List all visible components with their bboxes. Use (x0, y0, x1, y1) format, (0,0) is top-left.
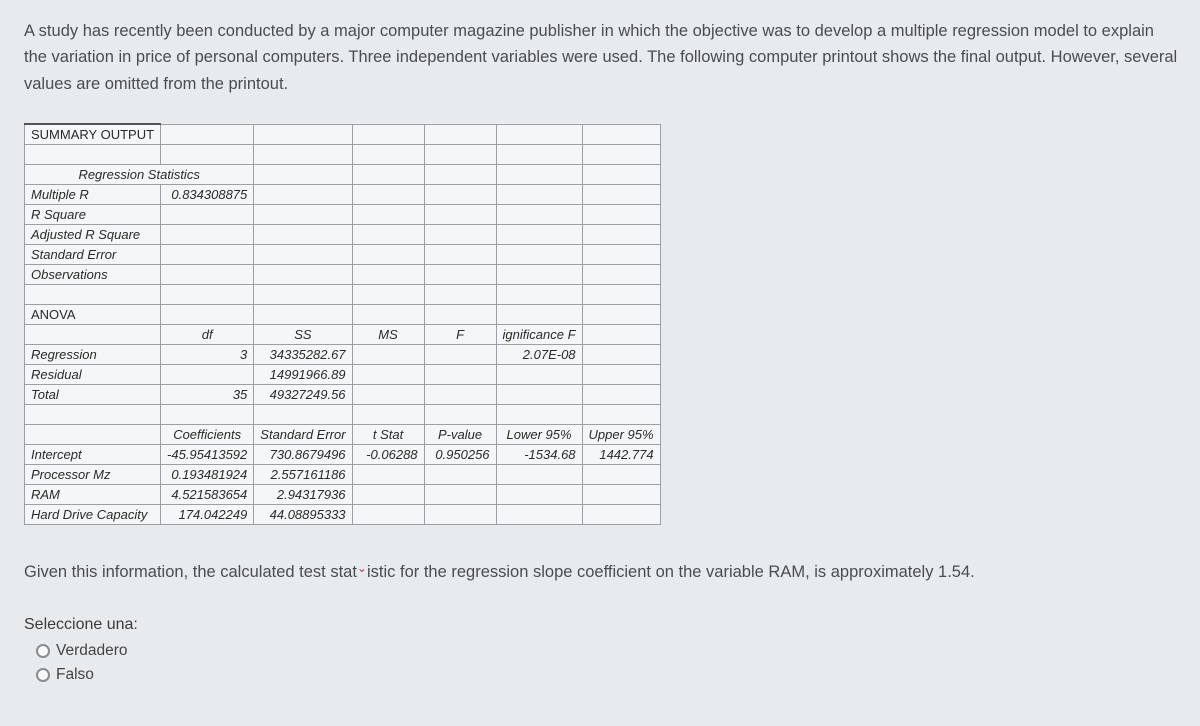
coef-row-proc-up95 (582, 465, 660, 485)
anova-row-total-ss: 49327249.56 (254, 385, 352, 405)
anova-row-residual-sigf (496, 365, 582, 385)
anova-row-regression-f (424, 345, 496, 365)
coef-row-intercept-coef: -45.95413592 (161, 445, 254, 465)
regression-printout: SUMMARY OUTPUT Regression Statistics Mul… (24, 123, 661, 525)
summary-title: SUMMARY OUTPUT (25, 124, 161, 145)
anova-row-total-sigf (496, 385, 582, 405)
coef-row-intercept-se: 730.8679496 (254, 445, 352, 465)
coef-row-intercept-p: 0.950256 (424, 445, 496, 465)
coef-row-ram-coef: 4.521583654 (161, 485, 254, 505)
option-false[interactable]: Falso (36, 666, 1180, 684)
coef-row-hdd-up95 (582, 505, 660, 525)
anova-row-regression-sigf: 2.07E-08 (496, 345, 582, 365)
anova-row-residual-label: Residual (25, 365, 161, 385)
question-claim: Given this information, the calculated t… (24, 559, 1180, 585)
anova-row-total-f (424, 385, 496, 405)
coef-row-intercept-t: -0.06288 (352, 445, 424, 465)
coef-hdr-se: Standard Error (254, 425, 352, 445)
coef-hdr-t: t Stat (352, 425, 424, 445)
coef-row-proc-se: 2.557161186 (254, 465, 352, 485)
option-false-label: Falso (56, 666, 94, 684)
coef-row-ram-p (424, 485, 496, 505)
coef-row-hdd-coef: 174.042249 (161, 505, 254, 525)
stat-label-obs: Observations (25, 265, 161, 285)
coef-hdr-up95: Upper 95% (582, 425, 660, 445)
anova-hdr-df: df (161, 325, 254, 345)
coef-row-ram-lo95 (496, 485, 582, 505)
anova-row-total-label: Total (25, 385, 161, 405)
coef-row-intercept-lo95: -1534.68 (496, 445, 582, 465)
coef-row-ram-t (352, 485, 424, 505)
coef-hdr-p: P-value (424, 425, 496, 445)
stat-value-stderr (161, 245, 254, 265)
anova-hdr-f: F (424, 325, 496, 345)
coef-row-ram-up95 (582, 485, 660, 505)
stat-value-multiple-r: 0.834308875 (161, 185, 254, 205)
anova-row-regression-df: 3 (161, 345, 254, 365)
anova-row-total-ms (352, 385, 424, 405)
anova-row-residual-df (161, 365, 254, 385)
anova-title: ANOVA (25, 305, 161, 325)
anova-hdr-ss: SS (254, 325, 352, 345)
anova-row-regression-ss: 34335282.67 (254, 345, 352, 365)
anova-row-residual-f (424, 365, 496, 385)
reg-stats-title: Regression Statistics (25, 165, 254, 185)
stat-label-multiple-r: Multiple R (25, 185, 161, 205)
answer-prompt: Seleccione una: (24, 616, 1180, 634)
question-prompt: A study has recently been conducted by a… (24, 18, 1180, 97)
coef-row-proc-lo95 (496, 465, 582, 485)
coef-row-hdd-se: 44.08895333 (254, 505, 352, 525)
coef-row-hdd-p (424, 505, 496, 525)
insert-cursor-icon: ⌄ (357, 561, 367, 575)
stat-value-adjrsq (161, 225, 254, 245)
coef-row-intercept-label: Intercept (25, 445, 161, 465)
radio-icon (36, 644, 50, 658)
option-true[interactable]: Verdadero (36, 642, 1180, 660)
coef-row-ram-se: 2.94317936 (254, 485, 352, 505)
radio-icon (36, 668, 50, 682)
coef-hdr-lo95: Lower 95% (496, 425, 582, 445)
coef-row-ram-label: RAM (25, 485, 161, 505)
anova-row-regression-label: Regression (25, 345, 161, 365)
anova-row-residual-ms (352, 365, 424, 385)
anova-row-regression-ms (352, 345, 424, 365)
anova-row-total-df: 35 (161, 385, 254, 405)
stat-label-rsq: R Square (25, 205, 161, 225)
anova-hdr-ms: MS (352, 325, 424, 345)
coef-row-hdd-t (352, 505, 424, 525)
anova-row-residual-ss: 14991966.89 (254, 365, 352, 385)
anova-hdr-sigf: ignificance F (496, 325, 582, 345)
coef-row-hdd-label: Hard Drive Capacity (25, 505, 161, 525)
coef-row-proc-label: Processor Mz (25, 465, 161, 485)
coef-row-proc-coef: 0.193481924 (161, 465, 254, 485)
answer-block: Seleccione una: Verdadero Falso (24, 616, 1180, 684)
stat-label-adjrsq: Adjusted R Square (25, 225, 161, 245)
coef-hdr-coef: Coefficients (161, 425, 254, 445)
coef-row-proc-t (352, 465, 424, 485)
stat-label-stderr: Standard Error (25, 245, 161, 265)
stat-value-rsq (161, 205, 254, 225)
stat-value-obs (161, 265, 254, 285)
claim-part3: stic for the regression slope coefficien… (371, 563, 975, 581)
coef-row-proc-p (424, 465, 496, 485)
claim-part1: Given this information, the calculated t… (24, 563, 357, 581)
coef-row-intercept-up95: 1442.774 (582, 445, 660, 465)
option-true-label: Verdadero (56, 642, 128, 660)
coef-row-hdd-lo95 (496, 505, 582, 525)
